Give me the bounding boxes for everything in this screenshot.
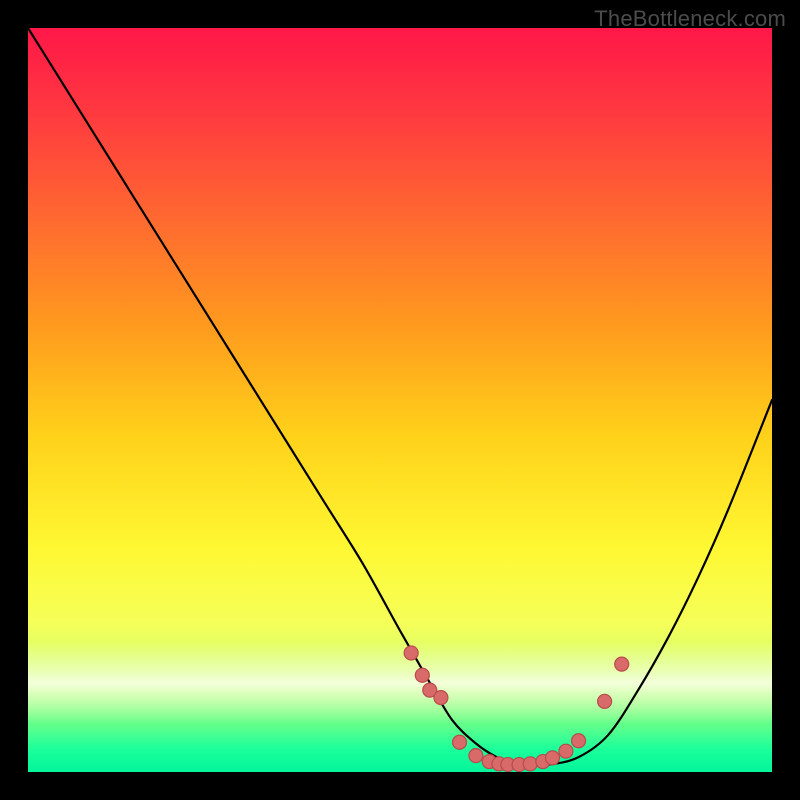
marker-dot: [469, 749, 483, 763]
marker-dot: [559, 744, 573, 758]
plot-svg: [28, 28, 772, 772]
marker-dot: [615, 657, 629, 671]
marker-dot: [598, 694, 612, 708]
glow-band: [28, 642, 772, 724]
plot-area: [28, 28, 772, 772]
marker-dot: [453, 735, 467, 749]
marker-dot: [546, 751, 560, 765]
marker-dot: [415, 668, 429, 682]
marker-dot: [523, 757, 537, 771]
marker-dot: [572, 734, 586, 748]
marker-dot: [404, 646, 418, 660]
marker-dot: [434, 691, 448, 705]
watermark-text: TheBottleneck.com: [594, 6, 786, 32]
chart-stage: TheBottleneck.com: [0, 0, 800, 800]
